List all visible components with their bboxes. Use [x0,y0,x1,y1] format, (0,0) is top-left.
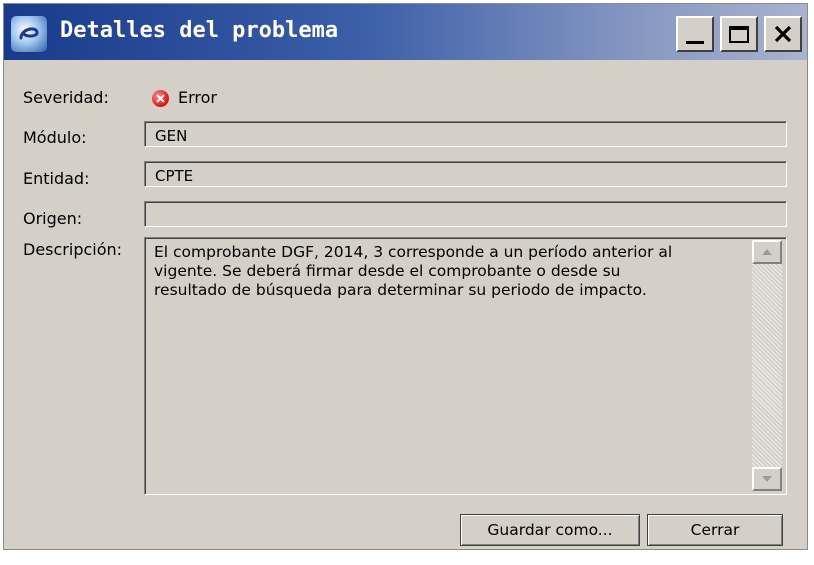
close-icon [774,25,792,43]
description-area[interactable]: El comprobante DGF, 2014, 3 corresponde … [144,237,787,495]
scroll-down-button[interactable] [752,467,782,491]
error-icon [152,90,169,107]
description-label: Descripción: [23,240,123,259]
entity-label: Entidad: [23,169,90,188]
module-field[interactable]: GEN [144,121,787,147]
maximize-icon [729,25,749,43]
arrow-up-icon [762,249,772,255]
severity-value: Error [178,88,217,107]
description-line: resultado de búsqueda para determinar su… [154,281,647,299]
module-label: Módulo: [23,128,87,147]
description-line: El comprobante DGF, 2014, 3 corresponde … [154,243,673,261]
problem-details-dialog: Detalles del problema Severidad: Error M… [3,3,808,550]
close-dialog-label: Cerrar [690,521,740,539]
maximize-button[interactable] [720,16,758,52]
origin-field[interactable] [144,201,787,227]
description-line: vigente. Se deberá firmar desde el compr… [154,262,621,280]
arrow-down-icon [762,476,772,482]
scroll-up-button[interactable] [752,240,782,264]
save-as-button[interactable]: Guardar como... [460,514,640,546]
app-icon [10,15,48,53]
close-dialog-button[interactable]: Cerrar [647,514,783,546]
save-as-label: Guardar como... [487,521,613,539]
module-value: GEN [155,127,188,145]
entity-field[interactable]: CPTE [144,161,787,187]
entity-value: CPTE [155,167,194,185]
severity-label: Severidad: [23,88,109,107]
description-text: El comprobante DGF, 2014, 3 corresponde … [154,243,744,300]
close-button[interactable] [764,16,802,52]
title-bar[interactable]: Detalles del problema [4,4,807,60]
minimize-button[interactable] [676,16,714,52]
window-title: Detalles del problema [60,18,339,43]
minimize-icon [686,40,704,44]
origin-label: Origen: [23,209,83,228]
description-scrollbar[interactable] [752,240,782,491]
